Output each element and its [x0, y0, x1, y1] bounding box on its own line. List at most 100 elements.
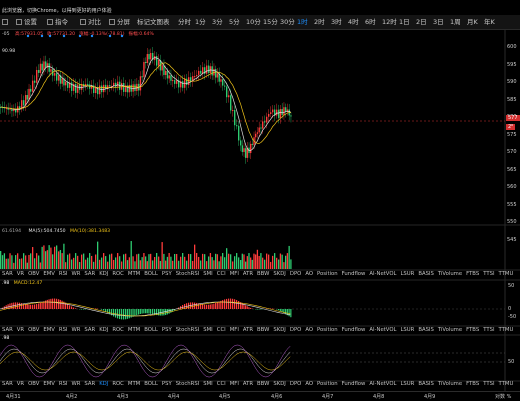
indicator-tab-24[interactable]: LSUR	[400, 271, 414, 277]
indicator-tab-25[interactable]: BASIS	[418, 327, 434, 333]
indicator-tab-23[interactable]: AI-NetVOL	[369, 381, 396, 387]
indicator-tab-6[interactable]: SAR	[84, 271, 95, 277]
indicator-tab-16[interactable]: ATR	[243, 381, 253, 387]
indicator-tab-23[interactable]: AI-NetVOL	[369, 271, 396, 277]
indicator-tab-20[interactable]: AO	[305, 271, 313, 277]
indicator-tab-13[interactable]: SMI	[203, 327, 213, 333]
command-button[interactable]: 指令	[47, 17, 68, 27]
settings-button[interactable]: 设置	[16, 17, 37, 27]
indicator-tab-6[interactable]: SAR	[84, 327, 95, 333]
chart-svg[interactable]	[0, 29, 520, 400]
timeframe-4[interactable]: 10分	[246, 17, 261, 27]
indicator-tab-24[interactable]: LSUR	[400, 327, 414, 333]
indicator-tab-10[interactable]: BOLL	[144, 381, 158, 387]
indicator-tab-13[interactable]: SMI	[203, 381, 213, 387]
indicator-tab-28[interactable]: TTSI	[483, 327, 494, 333]
indicator-tab-19[interactable]: DPO	[290, 381, 301, 387]
timeframe-0[interactable]: 分时	[178, 17, 191, 27]
timeframe-2[interactable]: 3分	[212, 17, 223, 27]
indicator-tab-14[interactable]: CCI	[217, 271, 226, 277]
indicator-tab-0[interactable]: SAR	[2, 271, 13, 277]
indicator-tab-17[interactable]: BBW	[257, 271, 269, 277]
indicator-tab-28[interactable]: TTSI	[483, 381, 494, 387]
timeframe-16[interactable]: 1周	[450, 17, 461, 27]
indicator-tab-26[interactable]: TiVolume	[438, 271, 462, 277]
indicator-tab-10[interactable]: BOLL	[144, 327, 158, 333]
indicator-tab-8[interactable]: ROC	[112, 271, 124, 277]
indicator-tab-11[interactable]: PSY	[162, 271, 172, 277]
indicator-tab-15[interactable]: MFI	[230, 381, 239, 387]
indicator-tab-0[interactable]: SAR	[2, 381, 13, 387]
indicator-tab-5[interactable]: WR	[72, 327, 81, 333]
indicator-tab-18[interactable]: SKDJ	[273, 381, 285, 387]
timeframe-5[interactable]: 15分	[263, 17, 278, 27]
indicator-tab-16[interactable]: ATR	[243, 327, 253, 333]
indicator-tab-1[interactable]: VR	[17, 271, 24, 277]
indicator-tab-8[interactable]: ROC	[112, 327, 124, 333]
timeframe-17[interactable]: 月K	[467, 17, 478, 27]
indicator-tab-11[interactable]: PSY	[162, 327, 172, 333]
indicator-tab-14[interactable]: CCI	[217, 381, 226, 387]
indicator-tab-2[interactable]: OBV	[28, 327, 39, 333]
indicator-tab-2[interactable]: OBV	[28, 271, 39, 277]
indicator-tab-12[interactable]: StochRSI	[176, 271, 200, 277]
indicator-tab-13[interactable]: SMI	[203, 271, 213, 277]
indicator-tab-3[interactable]: EMV	[43, 327, 55, 333]
timeframe-10[interactable]: 4时	[348, 17, 359, 27]
indicator-tab-21[interactable]: Position	[317, 381, 338, 387]
indicator-tab-22[interactable]: Fundflow	[342, 327, 366, 333]
timeframe-3[interactable]: 5分	[229, 17, 240, 27]
indicator-tab-17[interactable]: BBW	[257, 381, 269, 387]
indicator-tab-26[interactable]: TiVolume	[438, 327, 462, 333]
indicator-tab-7[interactable]: KDJ	[99, 271, 108, 277]
indicator-tab-23[interactable]: AI-NetVOL	[369, 327, 396, 333]
indicator-tab-15[interactable]: MFI	[230, 271, 239, 277]
indicator-tab-15[interactable]: MFI	[230, 327, 239, 333]
indicator-tab-1[interactable]: VR	[17, 327, 24, 333]
indicator-tab-27[interactable]: FTBS	[466, 327, 479, 333]
indicator-tab-26[interactable]: TiVolume	[438, 381, 462, 387]
indicator-tab-18[interactable]: SKDJ	[273, 327, 285, 333]
indicator-tab-28[interactable]: TTSI	[483, 271, 494, 277]
chart-type-button[interactable]: 标记文图表	[137, 17, 170, 27]
indicator-tab-1[interactable]: VR	[17, 381, 24, 387]
price-axis[interactable]: 6005955905855805755705655605555505455772…	[506, 0, 520, 400]
timeframe-18[interactable]: 年K	[484, 17, 495, 27]
indicator-tab-18[interactable]: SKDJ	[273, 271, 285, 277]
compare-button[interactable]: 对比	[80, 17, 101, 27]
chart-area[interactable]	[0, 29, 520, 400]
indicator-tab-5[interactable]: WR	[72, 271, 81, 277]
indicator-tab-4[interactable]: RSI	[59, 381, 68, 387]
indicator-tab-27[interactable]: FTBS	[466, 271, 479, 277]
timeframe-15[interactable]: 3日	[433, 17, 444, 27]
timeframe-11[interactable]: 6时	[365, 17, 376, 27]
indicator-tab-3[interactable]: EMV	[43, 381, 55, 387]
indicator-tab-11[interactable]: PSY	[162, 381, 172, 387]
indicator-tab-12[interactable]: StochRSI	[176, 381, 200, 387]
indicator-tab-22[interactable]: Fundflow	[342, 381, 366, 387]
indicator-tab-9[interactable]: MTM	[128, 327, 140, 333]
indicator-tab-16[interactable]: ATR	[243, 271, 253, 277]
indicator-tab-25[interactable]: BASIS	[418, 271, 434, 277]
timeframe-1[interactable]: 1分	[195, 17, 206, 27]
timeframe-13[interactable]: 1日	[399, 17, 410, 27]
indicator-tab-25[interactable]: BASIS	[418, 381, 434, 387]
indicator-tab-19[interactable]: DPO	[290, 271, 301, 277]
indicator-tab-9[interactable]: MTM	[128, 381, 140, 387]
indicator-tab-17[interactable]: BBW	[257, 327, 269, 333]
indicator-tab-4[interactable]: RSI	[59, 271, 68, 277]
indicator-tab-24[interactable]: LSUR	[400, 381, 414, 387]
indicator-tab-20[interactable]: AO	[305, 327, 313, 333]
indicator-tab-2[interactable]: OBV	[28, 381, 39, 387]
indicator-tab-22[interactable]: Fundflow	[342, 271, 366, 277]
indicator-tab-14[interactable]: CCI	[217, 327, 226, 333]
indicator-tab-21[interactable]: Position	[317, 327, 338, 333]
indicator-tab-27[interactable]: FTBS	[466, 381, 479, 387]
timeframe-7[interactable]: 1时	[297, 17, 308, 27]
indicator-tab-7[interactable]: KDJ	[99, 327, 108, 333]
indicator-tab-4[interactable]: RSI	[59, 327, 68, 333]
indicator-tab-7[interactable]: KDJ	[99, 381, 108, 387]
timeframe-12[interactable]: 12时	[382, 17, 397, 27]
indicator-tab-3[interactable]: EMV	[43, 271, 55, 277]
indicator-tab-0[interactable]: SAR	[2, 327, 13, 333]
